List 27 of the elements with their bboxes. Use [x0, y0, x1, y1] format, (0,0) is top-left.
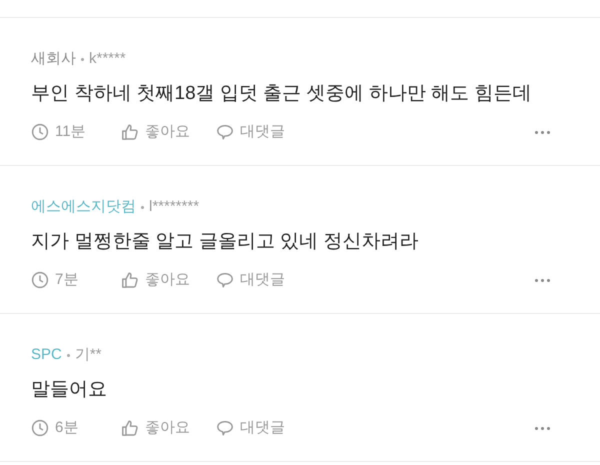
- speech-bubble-icon: [216, 419, 234, 438]
- clock-icon: [31, 123, 49, 142]
- speech-bubble-icon: [216, 123, 234, 142]
- comment-text: 부인 착하네 첫째18갤 입덧 출근 셋중에 하나만 해도 힘든데: [31, 82, 532, 106]
- thumbs-up-icon: [121, 271, 139, 290]
- like-button[interactable]: 좋아요: [121, 121, 216, 144]
- like-button[interactable]: 좋아요: [121, 269, 216, 292]
- clock-icon: [31, 271, 49, 290]
- author-name: l********: [149, 197, 200, 217]
- like-button[interactable]: 좋아요: [121, 417, 216, 440]
- time-label: 7분: [55, 270, 78, 290]
- reply-button[interactable]: 대댓글: [216, 417, 285, 440]
- company-name: 에스에스지닷컴: [31, 197, 136, 217]
- time-label: 11분: [55, 122, 86, 142]
- comment-text: 말들어요: [31, 378, 108, 402]
- time-label: 6분: [55, 418, 78, 438]
- company-name: SPC: [31, 345, 62, 365]
- thumbs-up-icon: [121, 419, 139, 438]
- thumbs-up-icon: [121, 123, 139, 142]
- speech-bubble-icon: [216, 271, 234, 290]
- reply-button[interactable]: 대댓글: [216, 121, 285, 144]
- comment-text: 지가 멀쩡한줄 알고 글올리고 있네 정신차려라: [31, 230, 420, 254]
- author-name: 기**: [74, 345, 102, 365]
- clock-icon: [31, 419, 49, 438]
- company-name: 새회사: [31, 49, 76, 69]
- reply-button[interactable]: 대댓글: [216, 269, 285, 292]
- author-name: k*****: [89, 49, 126, 69]
